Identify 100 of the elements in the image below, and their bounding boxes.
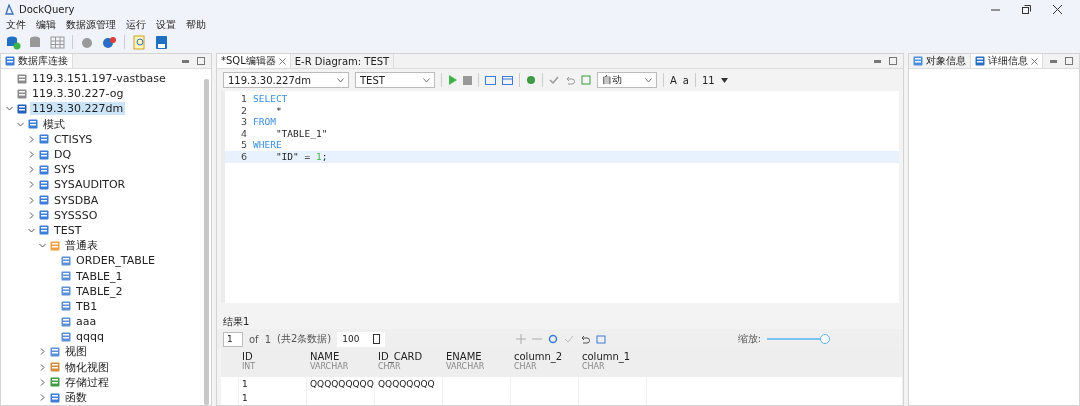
commit-icon[interactable] — [549, 75, 559, 85]
chevron-right-icon[interactable] — [27, 210, 36, 220]
database-icon — [17, 73, 27, 84]
disconnect-icon[interactable] — [102, 34, 117, 50]
commit-mode-select[interactable]: 自动 — [597, 72, 657, 88]
code-text: WHERE — [253, 139, 282, 151]
minimize-icon[interactable] — [1050, 59, 1057, 63]
check-icon[interactable] — [563, 334, 574, 344]
panel-tab[interactable]: 详细信息 — [971, 54, 1043, 68]
tree-item[interactable]: aaa — [74, 315, 99, 329]
code-text: "TABLE_1" — [274, 127, 328, 140]
query-icon[interactable] — [132, 34, 147, 50]
chevron-right-icon[interactable] — [27, 134, 36, 144]
page-field[interactable]: 1 — [223, 331, 243, 347]
chevron-right-icon[interactable] — [38, 393, 47, 403]
chevron-right-icon[interactable] — [27, 195, 36, 205]
maximize-icon[interactable] — [197, 57, 205, 65]
tree-item[interactable]: 119.3.30.227-og — [30, 87, 126, 101]
line-number: 3 — [239, 116, 248, 128]
font-decrease-button[interactable]: a — [682, 74, 689, 86]
minimize-icon[interactable] — [874, 59, 881, 63]
plus-icon[interactable] — [515, 334, 526, 344]
chevron-right-icon[interactable] — [27, 180, 36, 190]
menu-item[interactable]: 帮助 — [186, 18, 206, 32]
minimize-icon[interactable] — [182, 59, 189, 63]
header-cell[interactable]: ID_CARD CHAR — [375, 349, 443, 377]
scrollbar[interactable] — [204, 79, 209, 405]
tab-label[interactable]: *SQL编辑器 — [221, 54, 276, 68]
tree-item[interactable]: SYSSSO — [52, 208, 100, 222]
app-logo-icon — [4, 3, 15, 15]
tree-item[interactable]: TABLE_2 — [74, 284, 125, 298]
editor-tab[interactable]: *SQL编辑器 — [217, 54, 291, 68]
header-cell[interactable]: ENAME VARCHAR — [443, 349, 511, 377]
tab-label[interactable]: E-R Diagram: TEST — [294, 55, 390, 67]
result-tab[interactable]: 结果1 — [223, 315, 250, 329]
zoom-slider[interactable] — [767, 333, 831, 345]
page-size-field[interactable]: 100 — [337, 331, 386, 347]
tree-item[interactable]: 存储过程 — [63, 374, 111, 390]
menu-item[interactable]: 设置 — [156, 18, 176, 32]
tree-item[interactable]: CTISYS — [52, 132, 95, 146]
tree-item[interactable]: 物化视图 — [63, 359, 111, 375]
page-size-icon[interactable] — [373, 334, 381, 344]
chevron-right-icon[interactable] — [27, 150, 36, 160]
format-icon[interactable] — [485, 75, 496, 85]
chevron-right-icon[interactable] — [27, 165, 36, 175]
tree-item[interactable]: SYS — [52, 163, 77, 177]
menu-item[interactable]: 编辑 — [36, 18, 56, 32]
menu-item[interactable]: 数据源管理 — [66, 18, 116, 32]
tree-item[interactable]: TB1 — [74, 299, 100, 313]
format-icon[interactable] — [502, 75, 513, 85]
tree-item[interactable]: 函数 — [63, 390, 89, 405]
tree-item[interactable]: 视图 — [63, 344, 89, 360]
tree-item[interactable]: 模式 — [41, 116, 67, 132]
restore-icon[interactable] — [1022, 4, 1031, 14]
chevron-right-icon[interactable] — [38, 377, 47, 387]
maximize-icon[interactable] — [1065, 57, 1073, 65]
tree-item[interactable]: DQ — [52, 148, 74, 162]
tree-item[interactable]: TABLE_1 — [74, 269, 125, 283]
chevron-right-icon[interactable] — [38, 362, 47, 372]
grid-icon[interactable] — [50, 34, 65, 50]
select-value: 自动 — [602, 73, 622, 87]
tree-item[interactable]: 119.3.151.197-vastbase — [30, 72, 168, 86]
add-database-icon[interactable] — [6, 34, 21, 50]
caret-icon[interactable] — [720, 77, 728, 83]
font-size-select[interactable]: 11 — [702, 74, 715, 86]
close-icon[interactable] — [1053, 4, 1062, 14]
transaction-icon[interactable] — [581, 75, 591, 85]
refresh-icon[interactable] — [547, 334, 558, 344]
run-icon[interactable] — [448, 75, 457, 85]
editor-tab[interactable]: E-R Diagram: TEST — [290, 54, 395, 68]
export-icon[interactable] — [595, 334, 606, 344]
save-icon[interactable] — [154, 34, 169, 50]
tree-item[interactable]: SYSDBA — [52, 193, 101, 207]
tab-label[interactable]: 详细信息 — [988, 54, 1028, 68]
stop-icon[interactable] — [463, 75, 472, 85]
font-increase-button[interactable]: A — [670, 74, 677, 86]
tree-item[interactable]: ORDER_TABLE — [74, 254, 157, 268]
select-value: 119.3.30.227dm — [228, 74, 311, 86]
header-cell[interactable]: column_1 CHAR — [579, 349, 647, 377]
header-cell[interactable]: column_2 CHAR — [511, 349, 579, 377]
maximize-icon[interactable] — [889, 57, 897, 65]
tab-label[interactable]: 对象信息 — [926, 54, 966, 68]
caret-icon — [645, 77, 652, 83]
tree-item[interactable]: qqqq — [74, 330, 106, 344]
database-icon[interactable] — [28, 34, 43, 50]
undo-icon[interactable] — [579, 334, 590, 344]
schema-select[interactable]: TEST — [355, 72, 435, 88]
tree-item[interactable]: TEST — [52, 223, 84, 237]
header-cell[interactable]: NAME VARCHAR — [307, 349, 375, 377]
schema-icon — [39, 134, 49, 145]
menu-item[interactable]: 运行 — [126, 18, 146, 32]
chevron-right-icon[interactable] — [38, 347, 47, 357]
schema-icon — [28, 119, 38, 130]
menu-item[interactable]: 文件 — [6, 18, 26, 32]
info-icon — [913, 56, 923, 66]
header-cell[interactable]: ID INT — [239, 349, 307, 377]
connection-select[interactable]: 119.3.30.227dm — [223, 72, 349, 88]
tree-item[interactable]: 普通表 — [63, 238, 100, 254]
tree-item[interactable]: 119.3.30.227dm — [30, 102, 126, 116]
tree-item[interactable]: SYSAUDITOR — [52, 178, 128, 192]
